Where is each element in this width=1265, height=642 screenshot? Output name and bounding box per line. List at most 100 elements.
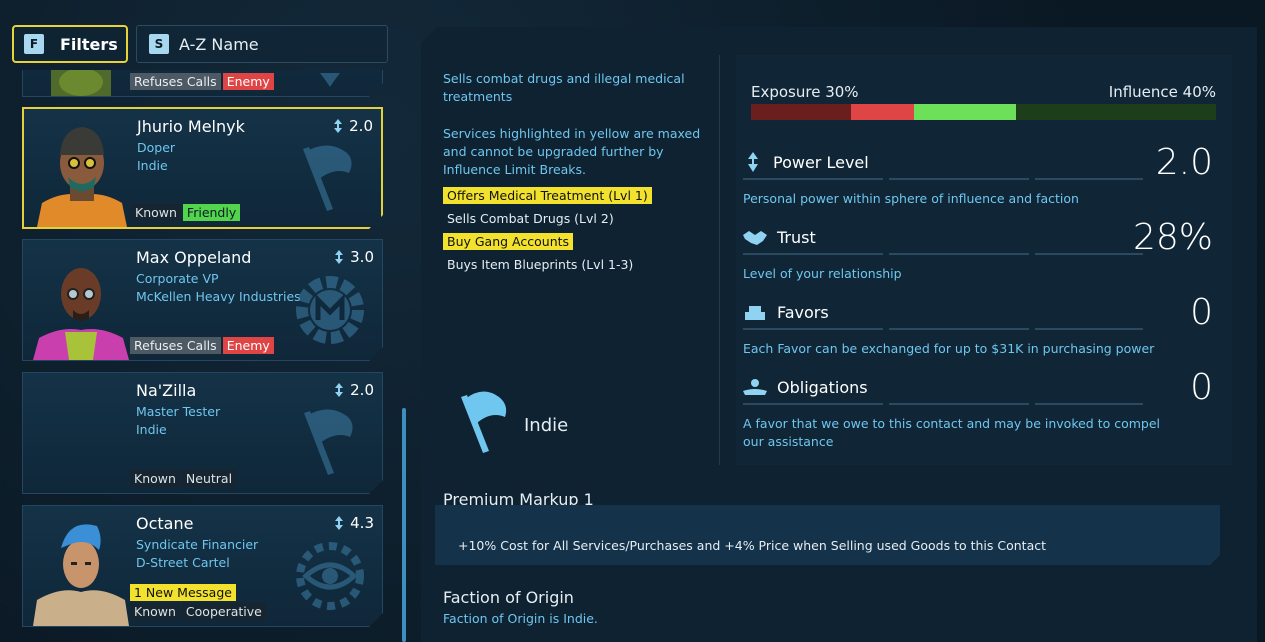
contact-badges: Known Cooperative	[130, 603, 266, 620]
relationship-stats: Exposure 30% Influence 40% Power Level 2…	[736, 55, 1232, 465]
faction-emblem-icon	[290, 71, 370, 91]
premium-markup-box: +10% Cost for All Services/Purchases and…	[435, 505, 1220, 565]
contact-card[interactable]: Refuses Calls Enemy	[22, 70, 383, 97]
influence-track	[1016, 104, 1216, 120]
favors-value: 0	[1190, 292, 1213, 333]
contact-role: Doper	[137, 140, 176, 155]
faction-of-origin-text: Faction of Origin is Indie.	[443, 611, 598, 626]
contact-name: Max Oppeland	[136, 248, 252, 267]
power-level-label: Power Level	[773, 152, 869, 172]
contact-power: 3.0	[332, 248, 374, 266]
contact-badges: Refuses Calls Enemy	[130, 337, 274, 354]
contact-badges: Known Neutral	[130, 470, 236, 487]
sort-label: A-Z Name	[179, 34, 259, 54]
contact-power: 4.3	[332, 514, 374, 532]
sort-button[interactable]: S A-Z Name	[136, 25, 388, 63]
faction-name: Indie	[524, 415, 569, 436]
relation-badge: Cooperative	[182, 603, 266, 620]
contact-name: Jhurio Melnyk	[137, 117, 245, 136]
sort-hotkey: S	[149, 34, 169, 54]
contact-list-scrollbar[interactable]	[402, 408, 406, 642]
contact-card-octane[interactable]: Octane Syndicate Financier D-Street Cart…	[22, 505, 383, 627]
power-level-icon	[332, 516, 346, 530]
power-level-icon	[332, 250, 346, 264]
contact-badges: Known Friendly	[131, 204, 240, 221]
service-item: Sells Combat Drugs (Lvl 2)	[447, 211, 614, 226]
indie-flag-icon	[289, 139, 369, 219]
stat-divider	[743, 403, 1143, 405]
exposure-label: Exposure 30%	[751, 83, 859, 101]
indie-flag-icon	[461, 391, 507, 453]
power-level-icon	[331, 119, 345, 133]
relation-badge: Enemy	[223, 73, 274, 90]
mckellen-gear-icon	[290, 270, 370, 350]
contact-card-max-oppeland[interactable]: Max Oppeland Corporate VP McKellen Heavy…	[22, 239, 383, 361]
services-info: Sells combat drugs and illegal medical t…	[435, 55, 720, 465]
exposure-influence-bar	[751, 104, 1216, 120]
contact-faction: McKellen Heavy Industries	[136, 289, 301, 304]
service-item: Buys Item Blueprints (Lvl 1-3)	[447, 257, 634, 272]
new-message-badge: 1 New Message	[130, 584, 236, 601]
contact-role: Syndicate Financier	[136, 537, 259, 552]
favors-label: Favors	[777, 302, 829, 322]
influence-fill	[913, 104, 1017, 120]
power-level-stat: Power Level 2.0 Personal power within sp…	[743, 142, 1223, 206]
contact-portrait	[31, 248, 131, 360]
influence-label: Influence 40%	[1108, 83, 1216, 101]
power-level-value: 2.0	[1155, 142, 1213, 183]
contact-faction: Indie	[137, 158, 168, 173]
stat-divider	[743, 178, 1143, 180]
service-item: Buy Gang Accounts	[443, 233, 574, 250]
contact-card-nazilla[interactable]: Na'Zilla Master Tester Indie 2.0 Known N…	[22, 372, 383, 494]
relation-badge: Enemy	[223, 337, 274, 354]
favors-stat: Favors 0 Each Favor can be exchanged for…	[743, 292, 1223, 356]
d-street-eye-icon	[290, 536, 370, 616]
premium-markup-text: +10% Cost for All Services/Purchases and…	[458, 538, 1047, 553]
exposure-influence-labels: Exposure 30% Influence 40%	[751, 83, 1216, 101]
contact-badges: Refuses Calls Enemy	[130, 73, 274, 90]
contact-name: Na'Zilla	[136, 381, 197, 400]
filters-button[interactable]: F Filters	[12, 25, 128, 63]
filters-hotkey: F	[24, 34, 44, 54]
contact-power-value: 4.3	[350, 514, 374, 532]
contact-power: 2.0	[332, 381, 374, 399]
contact-power: 2.0	[331, 117, 373, 135]
status-badge: Refuses Calls	[130, 73, 221, 90]
obligations-value: 0	[1190, 367, 1213, 408]
contact-power-value: 2.0	[349, 117, 373, 135]
exposure-track	[751, 104, 851, 120]
handshake-icon	[743, 231, 767, 245]
stat-divider	[743, 253, 1143, 255]
contact-role: Corporate VP	[136, 271, 219, 286]
favors-description: Each Favor can be exchanged for up to $3…	[743, 341, 1155, 356]
contact-name: Octane	[136, 514, 194, 533]
power-level-icon	[332, 383, 346, 397]
obligations-stat: Obligations 0 A favor that we owe to thi…	[743, 367, 1223, 449]
service-item: Offers Medical Treatment (Lvl 1)	[443, 187, 652, 204]
filters-label: Filters	[60, 34, 118, 54]
status-badge: Known	[130, 603, 180, 620]
trust-value: 28%	[1132, 217, 1213, 258]
contact-list: Refuses Calls Enemy Jhurio Melnyk Doper …	[20, 70, 390, 642]
status-badge: Refuses Calls	[130, 337, 221, 354]
status-badge: Known	[130, 470, 180, 487]
faction-of-origin-title: Faction of Origin	[443, 588, 574, 607]
contact-portrait	[31, 70, 131, 96]
indie-flag-icon	[290, 403, 370, 483]
obligations-icon	[743, 379, 767, 395]
trust-label: Trust	[777, 227, 816, 247]
services-note: Services highlighted in yellow are maxed…	[443, 126, 701, 177]
power-level-icon	[748, 152, 758, 172]
relation-badge: Neutral	[182, 470, 236, 487]
obligations-label: Obligations	[777, 377, 868, 397]
status-badge: Known	[131, 204, 181, 221]
trust-description: Level of your relationship	[743, 266, 902, 281]
contact-card-jhurio-melnyk[interactable]: Jhurio Melnyk Doper Indie 2.0 Known Frie…	[22, 107, 383, 229]
power-level-description: Personal power within sphere of influenc…	[743, 191, 1079, 206]
relation-badge: Friendly	[183, 204, 240, 221]
obligations-description: A favor that we owe to this contact and …	[743, 416, 1161, 449]
contact-description: Sells combat drugs and illegal medical t…	[443, 71, 685, 104]
trust-stat: Trust 28% Level of your relationship	[743, 217, 1223, 281]
contact-portrait	[32, 115, 132, 227]
contact-portrait	[31, 514, 131, 626]
